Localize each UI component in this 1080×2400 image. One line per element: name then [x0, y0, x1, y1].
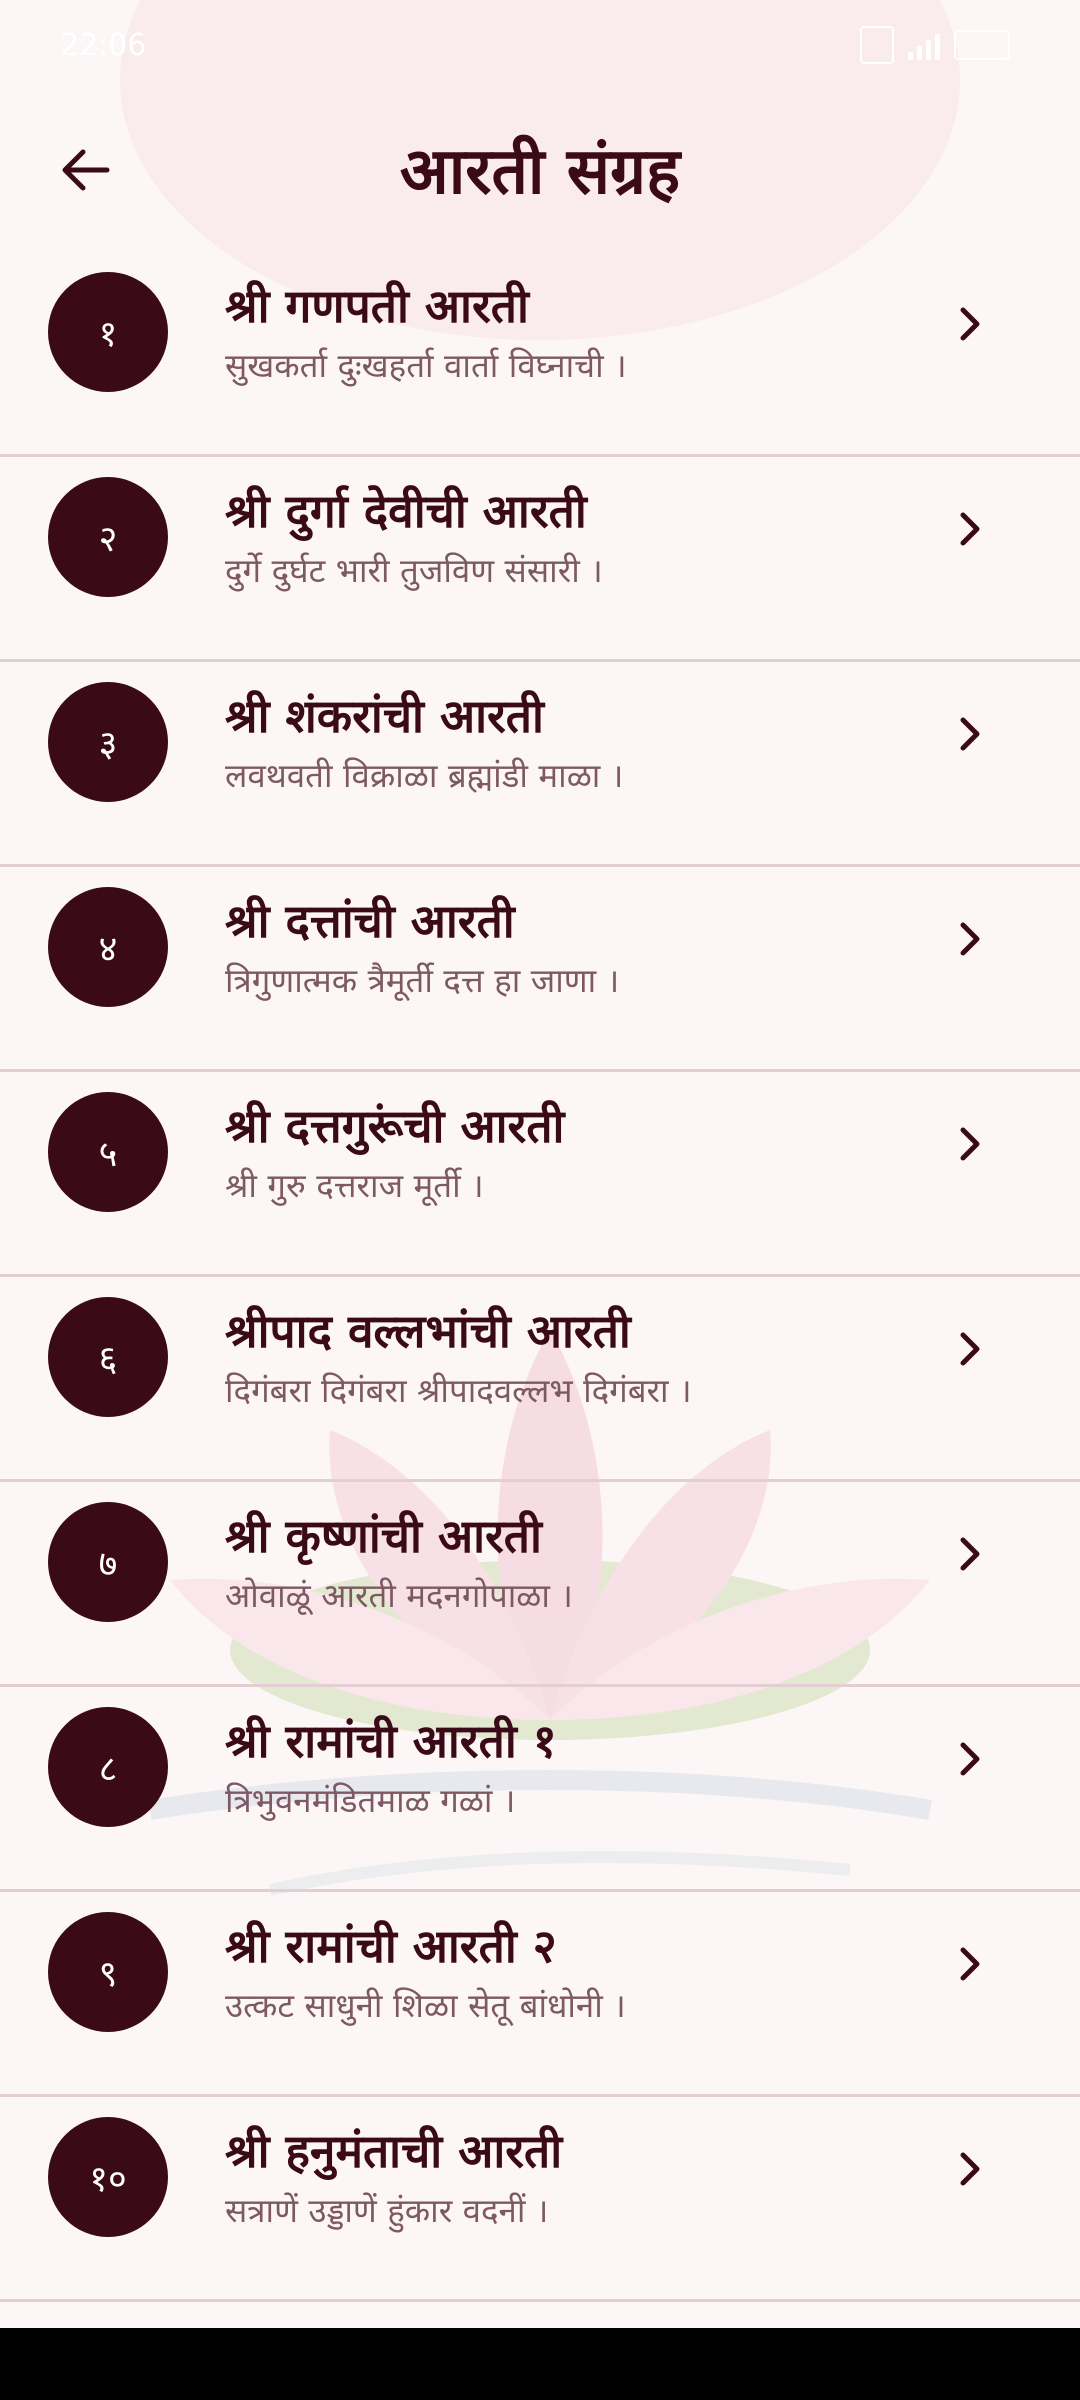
- signal-icon: [908, 30, 940, 60]
- list-item[interactable]: १ श्री गणपती आरती सुखकर्ता दुःखहर्ता वार…: [0, 252, 1080, 457]
- item-title: श्री कृष्णांची आरती: [225, 1509, 542, 1563]
- item-subtitle: दुर्गे दुर्घट भारी तुजविण संसारी ।: [225, 551, 603, 590]
- item-subtitle: उत्कट साधुनी शिळा सेतू बांधोनी ।: [225, 1986, 626, 2025]
- chevron-right-icon: [950, 714, 990, 754]
- status-time: 22:06: [60, 28, 147, 63]
- item-title: श्री शंकरांची आरती: [225, 689, 544, 743]
- list-item[interactable]: ८ श्री रामांची आरती १ त्रिभुवनमंडितमाळ ग…: [0, 1687, 1080, 1892]
- app-header: आरती संग्रह: [0, 110, 1080, 240]
- item-subtitle: लवथवती विक्राळा ब्रह्मांडी माळा ।: [225, 756, 624, 795]
- chevron-right-icon: [950, 919, 990, 959]
- item-title: श्री रामांची आरती १: [225, 1714, 557, 1768]
- list-item[interactable]: १० श्री हनुमंताची आरती सत्राणें उड्डाणें…: [0, 2097, 1080, 2302]
- list-item[interactable]: ३ श्री शंकरांची आरती लवथवती विक्राळा ब्र…: [0, 662, 1080, 867]
- item-subtitle: सत्राणें उड्डाणें हुंकार वदनीं ।: [225, 2191, 549, 2230]
- list-item[interactable]: ६ श्रीपाद वल्लभांची आरती दिगंबरा दिगंबरा…: [0, 1277, 1080, 1482]
- page-title: आरती संग्रह: [399, 135, 681, 209]
- item-subtitle: सुखकर्ता दुःखहर्ता वार्ता विघ्नाची ।: [225, 346, 627, 385]
- item-number-badge: ३: [48, 682, 168, 802]
- item-number-badge: १: [48, 272, 168, 392]
- item-number-badge: ६: [48, 1297, 168, 1417]
- chevron-right-icon: [950, 1534, 990, 1574]
- chevron-right-icon: [950, 1944, 990, 1984]
- list-item[interactable]: ९ श्री रामांची आरती २ उत्कट साधुनी शिळा …: [0, 1892, 1080, 2097]
- item-subtitle: त्रिगुणात्मक त्रैमूर्ती दत्त हा जाणा ।: [225, 961, 620, 1000]
- item-number-badge: ७: [48, 1502, 168, 1622]
- list-item[interactable]: ५ श्री दत्तगुरूंची आरती श्री गुरु दत्तरा…: [0, 1072, 1080, 1277]
- battery-icon: [954, 30, 1010, 60]
- sim-card-icon: [860, 26, 894, 64]
- item-number-badge: ५: [48, 1092, 168, 1212]
- chevron-right-icon: [950, 1739, 990, 1779]
- chevron-right-icon: [950, 509, 990, 549]
- aarti-list: १ श्री गणपती आरती सुखकर्ता दुःखहर्ता वार…: [0, 252, 1080, 2302]
- item-title: श्री हनुमंताची आरती: [225, 2124, 563, 2178]
- chevron-right-icon: [950, 304, 990, 344]
- item-title: श्री गणपती आरती: [225, 279, 529, 333]
- chevron-right-icon: [950, 2149, 990, 2189]
- item-title: श्री दुर्गा देवीची आरती: [225, 484, 587, 538]
- chevron-right-icon: [950, 1124, 990, 1164]
- item-number-badge: ८: [48, 1707, 168, 1827]
- item-number-badge: १०: [48, 2117, 168, 2237]
- item-title: श्री रामांची आरती २: [225, 1919, 557, 1973]
- item-title: श्री दत्तगुरूंची आरती: [225, 1099, 565, 1153]
- item-number-badge: ९: [48, 1912, 168, 2032]
- list-item[interactable]: ७ श्री कृष्णांची आरती ओवाळूं आरती मदनगोप…: [0, 1482, 1080, 1687]
- item-subtitle: दिगंबरा दिगंबरा श्रीपादवल्लभ दिगंबरा ।: [225, 1371, 692, 1410]
- status-bar: 22:06: [0, 0, 1080, 90]
- chevron-right-icon: [950, 1329, 990, 1369]
- item-subtitle: ओवाळूं आरती मदनगोपाळा ।: [225, 1576, 573, 1615]
- system-navigation-bar: [0, 2328, 1080, 2400]
- item-subtitle: त्रिभुवनमंडितमाळ गळां ।: [225, 1781, 516, 1820]
- list-item[interactable]: ४ श्री दत्तांची आरती त्रिगुणात्मक त्रैमू…: [0, 867, 1080, 1072]
- item-title: श्री दत्तांची आरती: [225, 894, 515, 948]
- item-subtitle: श्री गुरु दत्तराज मूर्ती ।: [225, 1166, 484, 1205]
- item-title: श्रीपाद वल्लभांची आरती: [225, 1304, 631, 1358]
- list-item[interactable]: २ श्री दुर्गा देवीची आरती दुर्गे दुर्घट …: [0, 457, 1080, 662]
- item-number-badge: ४: [48, 887, 168, 1007]
- status-icons: [860, 26, 1010, 64]
- item-number-badge: २: [48, 477, 168, 597]
